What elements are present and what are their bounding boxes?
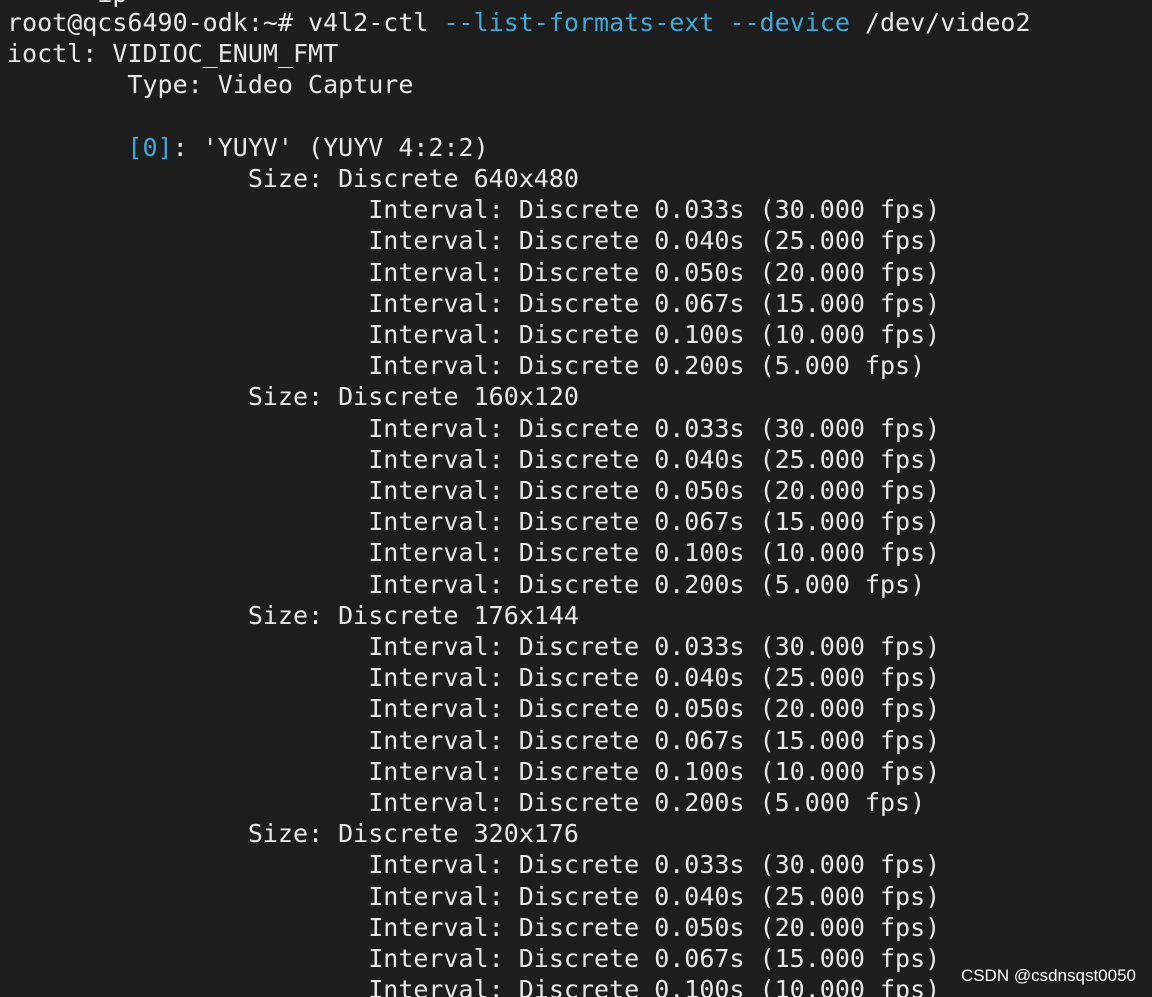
interval-line: Interval: Discrete 0.200s (5.000 fps) [7, 788, 926, 817]
interval-line: Interval: Discrete 0.040s (25.000 fps) [7, 881, 941, 911]
interval-line: Interval: Discrete 0.200s (5.000 fps) [7, 351, 926, 381]
interval-line: Interval: Discrete 0.100s (10.000 fps) [7, 756, 941, 786]
interval-line: Interval: Discrete 0.033s (30.000 fps) [7, 413, 941, 443]
ioctl-line: ioctl: VIDIOC_ENUM_FMT [7, 39, 339, 68]
interval-line: Interval: Discrete 0.040s (25.000 fps) [7, 226, 941, 256]
format-desc: : 'YUYV' (YUYV 4:2:2) [172, 133, 489, 162]
interval-line: Interval: Discrete 0.050s (20.000 fps) [7, 912, 941, 942]
interval-line: Interval: Discrete 0.067s (15.000 fps) [7, 725, 941, 755]
command-args: --list-formats-ext --device [428, 8, 865, 37]
interval-line: Interval: Discrete 0.067s (15.000 fps) [7, 288, 941, 318]
command-name: v4l2-ctl [308, 8, 429, 37]
interval-line: Interval: Discrete 0.200s (5.000 fps) [7, 569, 926, 599]
type-line: Type: Video Capture [7, 70, 414, 99]
interval-line: Interval: Discrete 0.040s (25.000 fps) [7, 444, 941, 474]
size-line: Size: Discrete 320x176 [7, 819, 579, 849]
interval-line: Interval: Discrete 0.100s (10.000 fps) [7, 320, 941, 349]
command-device: /dev/video2 [864, 8, 1031, 37]
format-index: [0] [127, 133, 173, 162]
interval-line: Interval: Discrete 0.033s (30.000 fps) [7, 850, 941, 880]
interval-line: Interval: Discrete 0.067s (15.000 fps) [7, 944, 941, 973]
interval-line: Interval: Discrete 0.067s (15.000 fps) [7, 507, 941, 537]
size-line: Size: Discrete 176x144 [7, 600, 579, 630]
interval-line: Interval: Discrete 0.033s (30.000 fps) [7, 195, 941, 225]
size-line: Size: Discrete 640x480 [7, 164, 579, 193]
shell-prompt: root@qcs6490-odk:~# [7, 8, 309, 37]
watermark: CSDN @csdnsqst0050 [960, 966, 1136, 985]
terminal-window[interactable]: ip root@qcs6490-odk:~# v4l2-ctl --list-f… [0, 0, 1152, 997]
interval-line: Interval: Discrete 0.050s (20.000 fps) [7, 476, 941, 505]
command-line: root@qcs6490-odk:~# v4l2-ctl --list-form… [7, 7, 1031, 38]
interval-line: Interval: Discrete 0.050s (20.000 fps) [7, 694, 941, 724]
interval-line: Interval: Discrete 0.100s (10.000 fps) [7, 975, 941, 997]
interval-line: Interval: Discrete 0.033s (30.000 fps) [7, 632, 941, 661]
size-line: Size: Discrete 160x120 [7, 382, 579, 412]
interval-line: Interval: Discrete 0.040s (25.000 fps) [7, 663, 941, 693]
interval-line: Interval: Discrete 0.050s (20.000 fps) [7, 257, 941, 287]
format-line: [0]: 'YUYV' (YUYV 4:2:2) [7, 132, 489, 163]
interval-line: Interval: Discrete 0.100s (10.000 fps) [7, 538, 941, 568]
